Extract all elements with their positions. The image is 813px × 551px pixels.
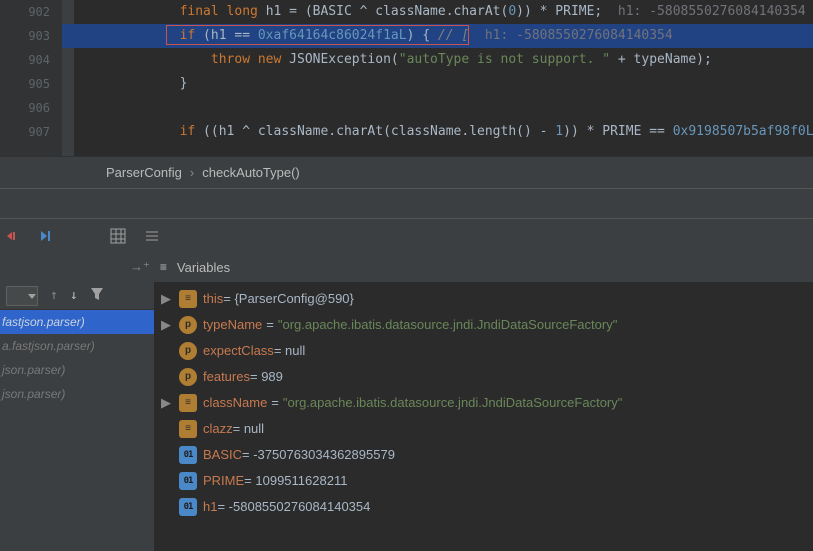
- chevron-right-icon: ›: [190, 165, 194, 180]
- highlight-box: [166, 25, 469, 45]
- stack-frame[interactable]: json.parser): [0, 382, 154, 406]
- object-icon: ≡: [179, 420, 197, 438]
- breadcrumb[interactable]: ParserConfig › checkAutoType(): [0, 156, 813, 188]
- var-this[interactable]: ▶≡this = {ParserConfig@590}: [155, 286, 813, 312]
- variables-header: →⁺ ≡ Variables: [0, 252, 813, 282]
- var-h1[interactable]: 01h1 = -5808550276084140354: [155, 494, 813, 520]
- expand-icon[interactable]: ▶: [161, 286, 179, 312]
- expand-icon[interactable]: ▶: [161, 312, 179, 338]
- line-number[interactable]: 903: [0, 24, 50, 48]
- settings-icon[interactable]: [144, 228, 160, 244]
- var-features[interactable]: pfeatures = 989: [155, 364, 813, 390]
- line-number[interactable]: 904: [0, 48, 50, 72]
- code-line-906[interactable]: [62, 96, 813, 120]
- var-prime[interactable]: 01PRIME = 1099511628211: [155, 468, 813, 494]
- var-clazz[interactable]: ≡clazz = null: [155, 416, 813, 442]
- thread-dropdown[interactable]: [6, 286, 38, 306]
- arrow-up-icon[interactable]: ↑: [50, 288, 58, 303]
- panel-spacer: [0, 188, 813, 219]
- stack-icon: ≡: [160, 260, 167, 274]
- param-icon: p: [179, 342, 197, 360]
- expand-icon[interactable]: ▶: [161, 390, 179, 416]
- line-gutter: 902 903 904 905 906 907: [0, 0, 62, 156]
- stack-frame[interactable]: a.fastjson.parser): [0, 334, 154, 358]
- frames-panel[interactable]: ↑ ↓ fastjson.parser) a.fastjson.parser) …: [0, 282, 155, 551]
- breadcrumb-class[interactable]: ParserConfig: [106, 165, 182, 180]
- stack-frame[interactable]: fastjson.parser): [0, 310, 154, 334]
- debug-body: ↑ ↓ fastjson.parser) a.fastjson.parser) …: [0, 282, 813, 551]
- const-icon: 01: [179, 472, 197, 490]
- code-editor[interactable]: 902 903 904 905 906 907 final long h1 = …: [0, 0, 813, 156]
- line-number[interactable]: 905: [0, 72, 50, 96]
- variables-panel[interactable]: ▶≡this = {ParserConfig@590} ▶ptypeName =…: [155, 282, 813, 551]
- param-icon: p: [179, 368, 197, 386]
- step-icon[interactable]: [38, 228, 54, 244]
- variables-label: Variables: [177, 260, 230, 275]
- const-icon: 01: [179, 446, 197, 464]
- arrow-down-icon[interactable]: ↓: [70, 288, 78, 303]
- line-number[interactable]: 907: [0, 120, 50, 144]
- const-icon: 01: [179, 498, 197, 516]
- var-basic[interactable]: 01BASIC = -3750763034362895579: [155, 442, 813, 468]
- line-number[interactable]: 906: [0, 96, 50, 120]
- object-icon: ≡: [179, 290, 197, 308]
- var-classname[interactable]: ▶≡className = "org.apache.ibatis.datasou…: [155, 390, 813, 416]
- code-line-907[interactable]: if ((h1 ^ className.charAt(className.len…: [62, 120, 813, 144]
- object-icon: ≡: [179, 394, 197, 412]
- stack-frame[interactable]: json.parser): [0, 358, 154, 382]
- var-expectclass[interactable]: pexpectClass = null: [155, 338, 813, 364]
- line-number[interactable]: 902: [0, 0, 50, 24]
- frames-toolbar: ↑ ↓: [0, 282, 154, 310]
- param-icon: p: [179, 316, 197, 334]
- restart-frame-icon[interactable]: [4, 228, 20, 244]
- debug-toolbar: [0, 219, 813, 252]
- code-line-904[interactable]: throw new JSONException("autoType is not…: [62, 48, 813, 72]
- code-area[interactable]: final long h1 = (BASIC ^ className.charA…: [62, 0, 813, 156]
- grid-icon[interactable]: [110, 228, 126, 244]
- filter-icon[interactable]: [90, 287, 104, 305]
- breadcrumb-method[interactable]: checkAutoType(): [202, 165, 300, 180]
- code-line-905[interactable]: }: [62, 72, 813, 96]
- add-icon[interactable]: →⁺: [130, 259, 150, 275]
- var-typename[interactable]: ▶ptypeName = "org.apache.ibatis.datasour…: [155, 312, 813, 338]
- code-line-902[interactable]: final long h1 = (BASIC ^ className.charA…: [62, 0, 813, 24]
